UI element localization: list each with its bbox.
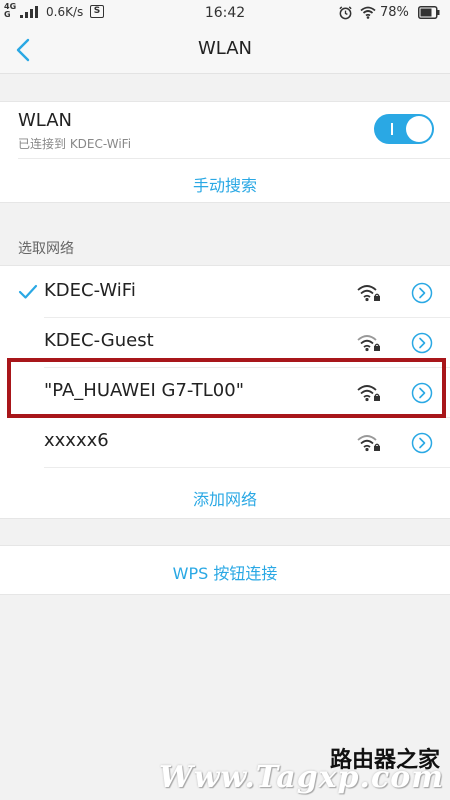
wps-button[interactable]: WPS 按钮连接 [0,560,450,584]
alarm-icon [339,6,352,20]
battery-percent: 78% [380,5,409,20]
divider [18,158,450,159]
checkmark-icon [18,284,38,299]
network-item[interactable]: xxxxx6 [0,418,450,468]
network-detail-icon[interactable] [411,332,433,354]
manual-scan-button[interactable]: 手动搜索 [0,172,450,196]
battery-icon [418,6,440,19]
wlan-connection-status: 已连接到 KDEC-WiFi [18,137,132,151]
network-name: KDEC-Guest [44,330,154,351]
wlan-card: WLAN 已连接到 KDEC-WiFi 手动搜索 [0,101,450,203]
wlan-label: WLAN [18,110,73,131]
wps-card: WPS 按钮连接 [0,545,450,595]
section-label-networks: 选取网络 [18,241,74,257]
status-bar: 4G G 0.6K/s S 16:42 78% [0,0,450,26]
add-network-button[interactable]: 添加网络 [0,486,450,510]
watermark-url: Www.Tagxp.com [159,760,444,795]
network-name: KDEC-WiFi [44,280,136,301]
highlight-annotation [7,358,446,418]
divider [44,467,450,468]
wlan-toggle[interactable] [374,114,434,144]
page-title: WLAN [197,38,253,59]
network-name: xxxxx6 [44,430,109,451]
network-detail-icon[interactable] [411,432,433,454]
network-detail-icon[interactable] [411,282,433,304]
wifi-lock-icon [357,285,380,302]
network-item[interactable]: KDEC-WiFi [0,268,450,318]
wifi-lock-icon [357,435,380,452]
wifi-status-icon [360,6,376,19]
header: WLAN [0,26,450,74]
wifi-lock-icon [357,335,380,352]
toggle-on-mark [391,123,393,135]
toggle-knob [406,116,432,142]
watermark: 路由器之家 Www.Tagxp.com [159,742,450,800]
